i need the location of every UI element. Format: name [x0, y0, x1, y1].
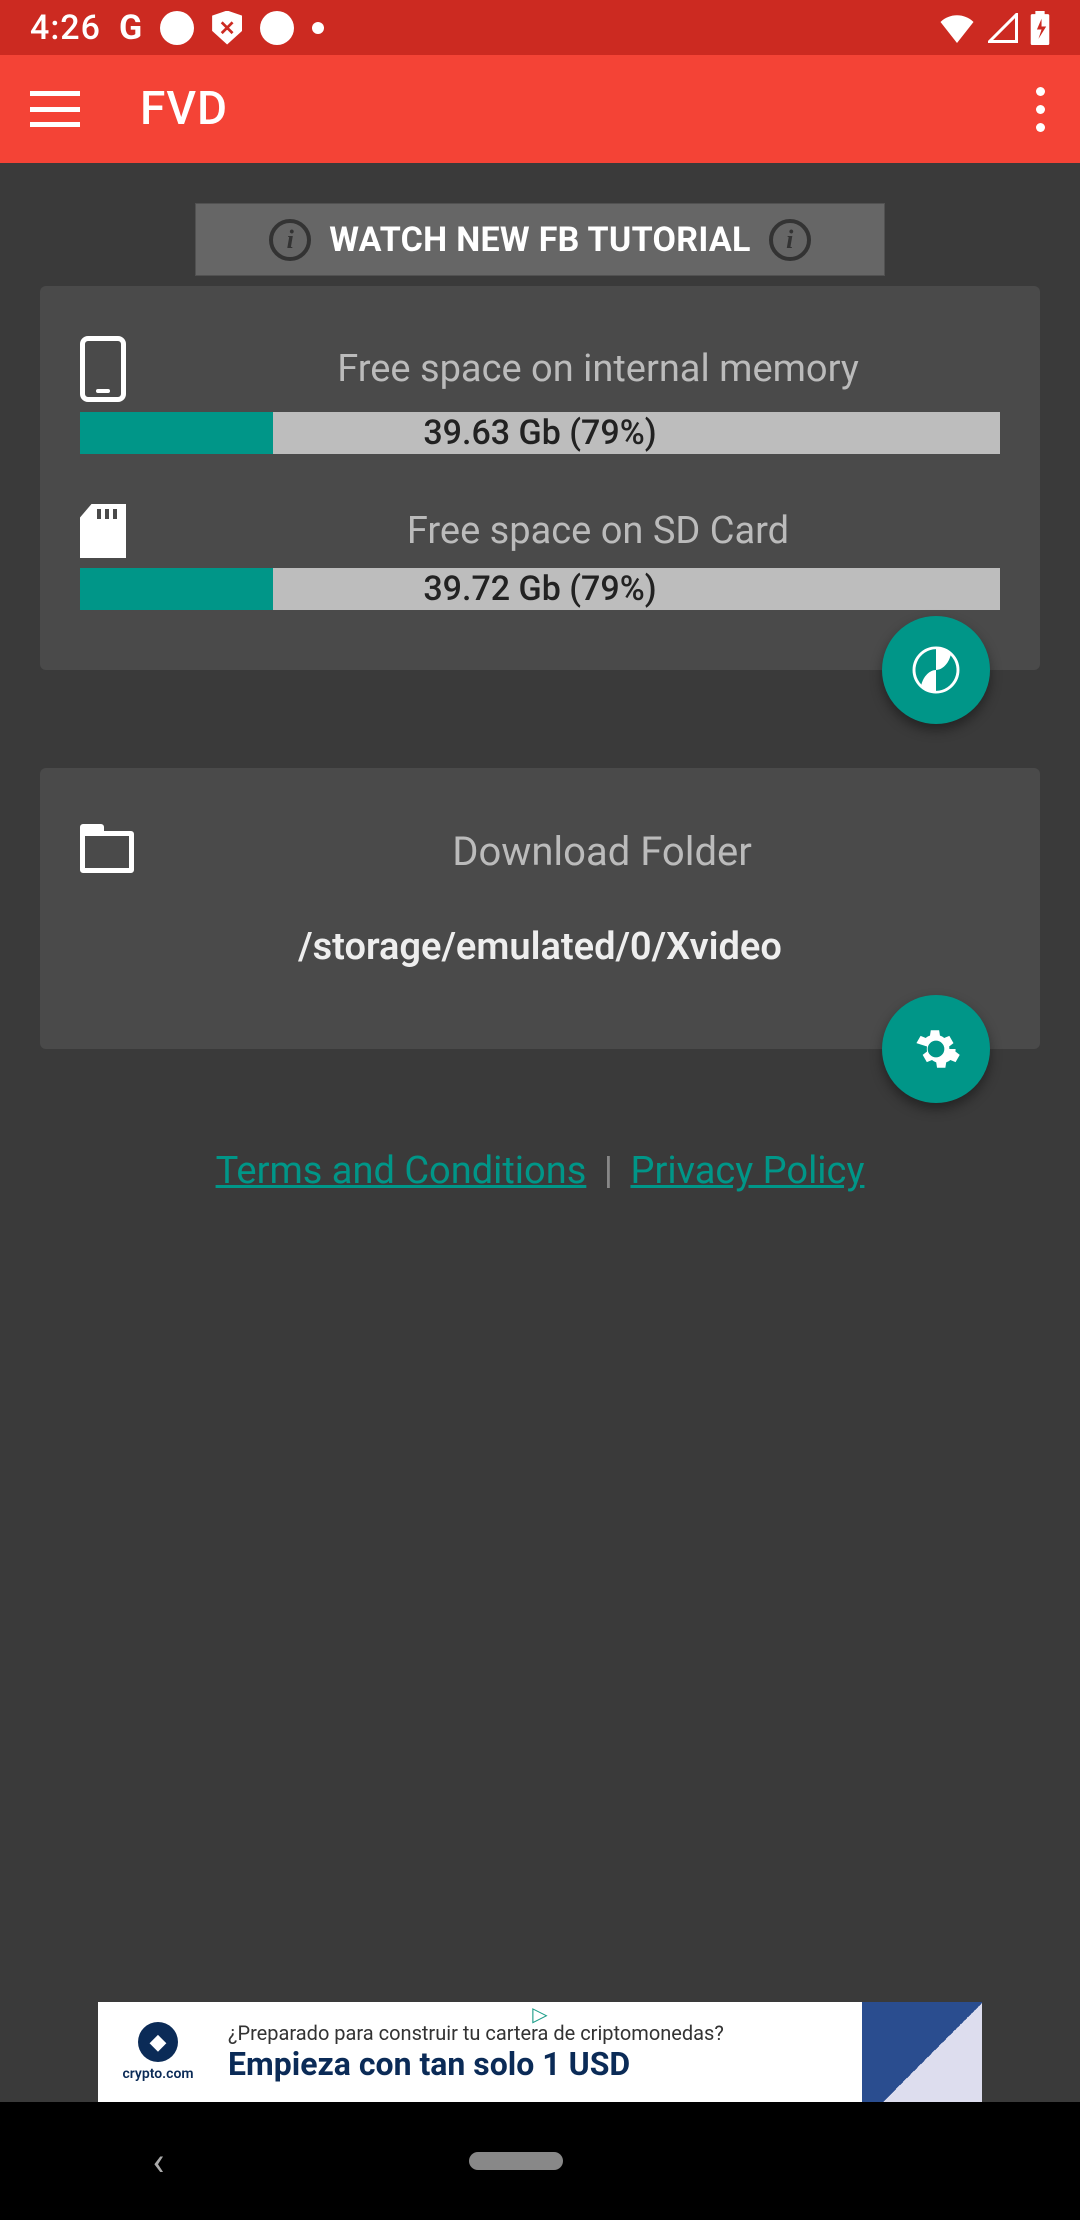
browse-web-fab[interactable]: [882, 616, 990, 724]
navigation-bar: ‹: [0, 2102, 1080, 2220]
ad-text: ¿Preparado para construir tu cartera de …: [218, 2015, 862, 2089]
sd-storage-label: Free space on SD Card: [196, 509, 1000, 553]
internal-storage-fill: [80, 412, 273, 454]
ad-image: [862, 2002, 982, 2102]
sd-storage-fill: [80, 568, 273, 610]
ad-badge-icon: ▷: [532, 2002, 547, 2026]
legal-separator: |: [604, 1149, 613, 1193]
notification-dot-icon: [260, 11, 294, 45]
home-pill[interactable]: [469, 2152, 563, 2170]
content-area: i WATCH NEW FB TUTORIAL i Free space on …: [0, 203, 1080, 1193]
wifi-icon: [938, 13, 976, 43]
internal-storage-label: Free space on internal memory: [196, 347, 1000, 391]
gear-icon: [911, 1024, 961, 1074]
status-time: 4:26: [30, 8, 101, 48]
folder-icon: [80, 831, 134, 873]
sd-storage-block: Free space on SD Card 39.72 Gb (79%): [80, 504, 1000, 610]
signal-icon: [988, 13, 1018, 43]
terms-link[interactable]: Terms and Conditions: [216, 1149, 587, 1193]
sd-card-icon: [80, 504, 126, 558]
phone-icon: [80, 336, 126, 402]
battery-charging-icon: [1030, 11, 1050, 45]
app-bar: FVD: [0, 55, 1080, 163]
globe-icon: [911, 645, 961, 695]
ad-line2: Empieza con tan solo 1 USD: [228, 2045, 852, 2083]
internal-storage-bar: 39.63 Gb (79%): [80, 412, 1000, 454]
settings-fab[interactable]: [882, 995, 990, 1103]
ad-banner[interactable]: ▷ ◆ crypto.com ¿Preparado para construir…: [98, 2002, 982, 2102]
ad-logo-icon: ◆: [138, 2022, 178, 2062]
more-options-button[interactable]: [1036, 87, 1045, 132]
sd-storage-bar: 39.72 Gb (79%): [80, 568, 1000, 610]
google-icon: G: [119, 8, 142, 48]
status-bar: 4:26 G ✕: [0, 0, 1080, 55]
notification-more-icon: [312, 22, 324, 34]
watch-tutorial-button[interactable]: i WATCH NEW FB TUTORIAL i: [195, 203, 885, 276]
status-left: 4:26 G ✕: [30, 8, 324, 48]
internal-storage-block: Free space on internal memory 39.63 Gb (…: [80, 336, 1000, 454]
ad-logo-text: crypto.com: [122, 2066, 193, 2082]
menu-button[interactable]: [30, 91, 80, 127]
info-icon: i: [769, 219, 811, 261]
internal-storage-value: 39.63 Gb (79%): [423, 413, 656, 453]
back-button[interactable]: ‹: [152, 2138, 164, 2185]
download-folder-path: /storage/emulated/0/Xvideo: [80, 925, 1000, 969]
status-right: [938, 11, 1050, 45]
tutorial-label: WATCH NEW FB TUTORIAL: [329, 220, 750, 260]
info-icon: i: [269, 219, 311, 261]
privacy-link[interactable]: Privacy Policy: [630, 1149, 864, 1193]
storage-card: Free space on internal memory 39.63 Gb (…: [40, 286, 1040, 670]
ad-logo: ◆ crypto.com: [98, 2022, 218, 2082]
download-folder-card: Download Folder /storage/emulated/0/Xvid…: [40, 768, 1040, 1049]
notification-dot-icon: [160, 11, 194, 45]
legal-links: Terms and Conditions | Privacy Policy: [0, 1149, 1080, 1193]
shield-alert-icon: ✕: [212, 11, 242, 45]
sd-storage-value: 39.72 Gb (79%): [423, 569, 656, 609]
app-title: FVD: [140, 82, 228, 136]
download-folder-label: Download Folder: [204, 828, 1000, 875]
